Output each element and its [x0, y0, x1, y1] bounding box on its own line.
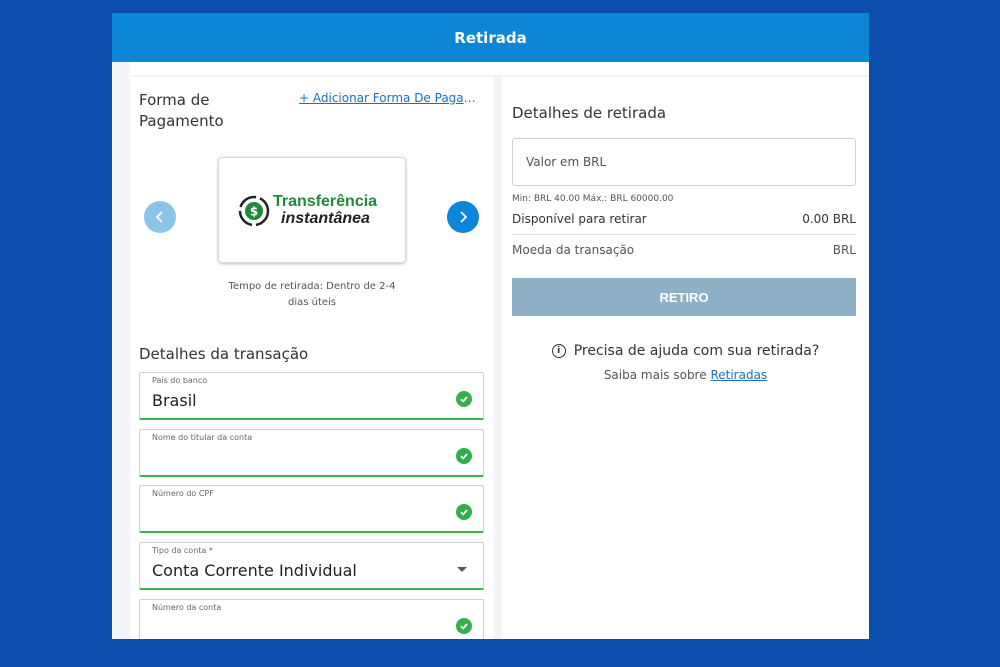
cpf-number-field[interactable]: Número do CPF	[139, 485, 484, 533]
available-label: Disponível para retirar	[512, 212, 647, 226]
withdraw-button[interactable]: RETIRO	[512, 278, 856, 316]
modal-header: Retirada	[112, 13, 869, 62]
available-row: Disponível para retirar 0.00 BRL	[512, 212, 856, 226]
caret-down-icon	[457, 567, 467, 572]
currency-label: Moeda da transação	[512, 243, 635, 257]
field-value: Brasil	[152, 391, 197, 410]
amount-placeholder: Valor em BRL	[526, 155, 607, 169]
check-icon	[456, 618, 472, 634]
available-value: 0.00 BRL	[802, 212, 856, 226]
carousel-next-button[interactable]	[447, 201, 479, 233]
withdraw-modal: Retirada Forma de Pagamento + Adicionar …	[112, 13, 869, 639]
withdrawals-link[interactable]: Retiradas	[710, 368, 767, 382]
field-value: Conta Corrente Individual	[152, 561, 357, 580]
info-icon: i	[551, 344, 566, 358]
currency-value: BRL	[832, 243, 856, 257]
add-payment-method-link[interactable]: + Adicionar Forma De Pagamento	[299, 91, 484, 105]
check-icon	[456, 504, 472, 520]
chevron-right-icon	[460, 211, 468, 223]
withdraw-time-text: Tempo de retirada: Dentro de 2-4 dias út…	[228, 281, 396, 308]
payment-method-card[interactable]: $ Transferência instantânea	[218, 157, 406, 263]
payment-method-title: Forma de Pagamento	[139, 91, 224, 130]
payment-column: Forma de Pagamento + Adicionar Forma De …	[130, 77, 494, 639]
carousel-prev-button[interactable]	[144, 201, 176, 233]
account-type-select[interactable]: Tipo da conta * Conta Corrente Individua…	[139, 542, 484, 590]
help-question-text: Precisa de ajuda com sua retirada?	[573, 343, 820, 359]
check-icon	[456, 391, 472, 407]
help-sub-prefix: Saiba mais sobre	[603, 368, 707, 382]
field-label: País do banco	[152, 376, 208, 385]
field-label: Número do CPF	[152, 489, 214, 498]
modal-title: Retirada	[454, 28, 527, 47]
chevron-left-icon	[155, 211, 163, 223]
withdraw-details-title: Detalhes de retirada	[512, 104, 667, 122]
transaction-details-title: Detalhes da transação	[139, 345, 309, 363]
account-number-field[interactable]: Número da conta	[139, 599, 484, 639]
dollar-refresh-icon: $	[238, 195, 270, 227]
divider	[512, 234, 856, 235]
payment-card-line1: Transferência	[273, 193, 378, 210]
withdraw-column: Detalhes de retirada Valor em BRL Min: B…	[502, 77, 869, 639]
account-holder-field[interactable]: Nome do titular da conta	[139, 429, 484, 477]
bank-country-field[interactable]: País do banco Brasil	[139, 372, 484, 420]
help-question: i Precisa de ajuda com sua retirada?	[502, 343, 869, 359]
payment-card-line2: instantânea	[281, 210, 370, 227]
top-strip	[130, 62, 869, 75]
svg-text:$: $	[250, 205, 258, 219]
amount-input[interactable]: Valor em BRL	[512, 138, 856, 186]
min-max-text: Min: BRL 40.00 Máx.: BRL 60000.00	[512, 194, 674, 204]
check-icon	[456, 448, 472, 464]
field-label: Nome do titular da conta	[152, 433, 253, 442]
field-label: Número da conta	[152, 603, 222, 612]
field-label: Tipo da conta *	[152, 546, 213, 555]
currency-row: Moeda da transação BRL	[512, 243, 856, 257]
help-subtext: Saiba mais sobre Retiradas	[502, 368, 869, 382]
